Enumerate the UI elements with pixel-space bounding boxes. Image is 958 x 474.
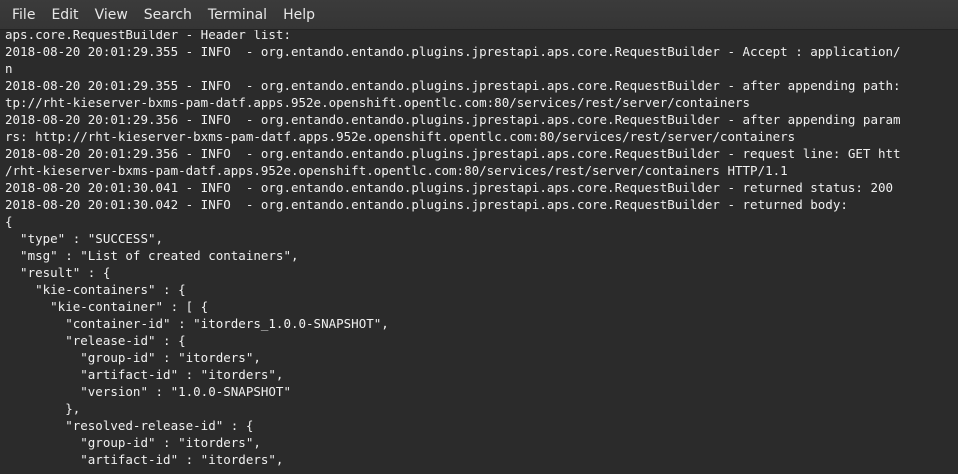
terminal-line: "kie-container" : [ {	[5, 299, 209, 314]
terminal-line: 2018-08-20 20:01:29.355 - INFO - org.ent…	[5, 78, 901, 93]
menu-search[interactable]: Search	[136, 0, 200, 30]
menu-view[interactable]: View	[87, 0, 136, 30]
terminal-line: {	[5, 214, 13, 229]
terminal-line: n	[5, 61, 13, 76]
terminal-line: /rht-kieserver-bxms-pam-datf.apps.952e.o…	[5, 163, 788, 178]
terminal-window: File Edit View Search Terminal Help aps.…	[0, 0, 958, 474]
terminal-line: 2018-08-20 20:01:30.042 - INFO - org.ent…	[5, 197, 848, 212]
menu-edit[interactable]: Edit	[43, 0, 86, 30]
terminal-line: "resolved-release-id" : {	[5, 418, 254, 433]
menu-file[interactable]: File	[4, 0, 43, 30]
terminal-line: },	[5, 401, 81, 416]
menu-help[interactable]: Help	[275, 0, 323, 30]
menu-terminal[interactable]: Terminal	[200, 0, 275, 30]
terminal-line: "release-id" : {	[5, 333, 186, 348]
terminal-line: "kie-containers" : {	[5, 282, 186, 297]
terminal-line: "group-id" : "itorders",	[5, 435, 261, 450]
terminal-line: tp://rht-kieserver-bxms-pam-datf.apps.95…	[5, 95, 751, 110]
terminal-line: "msg" : "List of created containers",	[5, 248, 299, 263]
terminal-line: "result" : {	[5, 265, 111, 280]
terminal-line: "container-id" : "itorders_1.0.0-SNAPSHO…	[5, 316, 389, 331]
terminal-line: "group-id" : "itorders",	[5, 350, 261, 365]
terminal-line: aps.core.RequestBuilder - Header list:	[5, 30, 291, 42]
terminal-line: 2018-08-20 20:01:29.356 - INFO - org.ent…	[5, 112, 901, 127]
terminal-line: "type" : "SUCCESS",	[5, 231, 164, 246]
terminal-output[interactable]: aps.core.RequestBuilder - Header list: 2…	[0, 30, 958, 474]
terminal-line: "artifact-id" : "itorders",	[5, 367, 284, 382]
terminal-line: rs: http://rht-kieserver-bxms-pam-datf.a…	[5, 129, 796, 144]
terminal-line: "artifact-id" : "itorders",	[5, 452, 284, 467]
terminal-line: 2018-08-20 20:01:29.355 - INFO - org.ent…	[5, 44, 901, 59]
menu-bar: File Edit View Search Terminal Help	[0, 0, 958, 30]
terminal-lines: aps.core.RequestBuilder - Header list: 2…	[5, 30, 958, 468]
terminal-line: 2018-08-20 20:01:29.356 - INFO - org.ent…	[5, 146, 901, 161]
terminal-line: 2018-08-20 20:01:30.041 - INFO - org.ent…	[5, 180, 894, 195]
terminal-line: "version" : "1.0.0-SNAPSHOT"	[5, 384, 291, 399]
